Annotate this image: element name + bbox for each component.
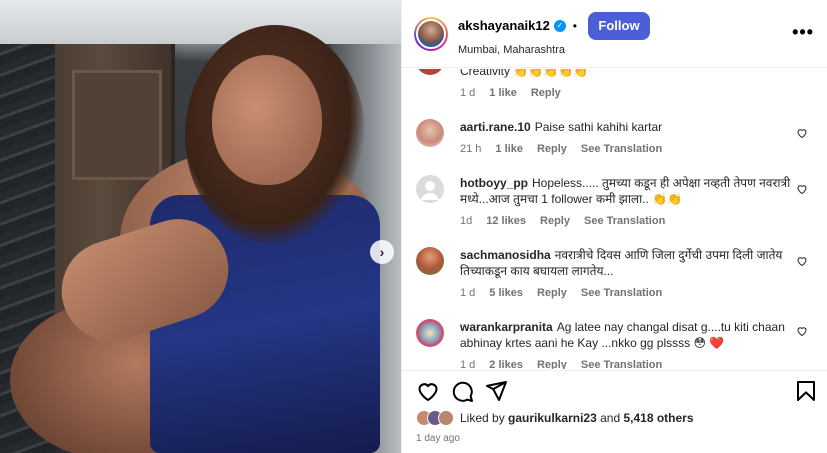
reply-button[interactable]: Reply bbox=[537, 141, 567, 157]
liked-by-row: Liked by gaurikulkarni23 and 5,418 other… bbox=[416, 410, 694, 426]
see-translation-button[interactable]: See Translation bbox=[581, 357, 662, 369]
more-icon[interactable]: ••• bbox=[792, 22, 814, 43]
comment-username[interactable]: sachmanosidha bbox=[460, 248, 551, 262]
commenter-avatar[interactable] bbox=[416, 119, 444, 147]
liked-by-user[interactable]: gaurikulkarni23 bbox=[508, 411, 597, 425]
reply-button[interactable]: Reply bbox=[537, 357, 567, 369]
liker-avatar[interactable] bbox=[438, 410, 454, 426]
heart-icon[interactable] bbox=[796, 255, 808, 267]
comment-text: Paise sathi kahihi kartar bbox=[534, 120, 663, 134]
verified-icon: ✓ bbox=[553, 19, 566, 32]
next-arrow-icon[interactable]: › bbox=[370, 240, 394, 264]
post-location[interactable]: Mumbai, Maharashtra bbox=[458, 44, 650, 56]
comment-likes[interactable]: 2 likes bbox=[489, 357, 523, 369]
post-actions-bar bbox=[402, 370, 827, 410]
heart-icon[interactable] bbox=[416, 379, 440, 403]
post-date[interactable]: 1 day ago bbox=[416, 433, 460, 444]
comment-username[interactable]: hotboyy_pp bbox=[460, 176, 528, 190]
separator-dot: • bbox=[572, 18, 577, 33]
commenter-avatar[interactable] bbox=[416, 247, 444, 275]
reply-button[interactable]: Reply bbox=[537, 285, 567, 301]
comment-likes[interactable]: 12 likes bbox=[486, 213, 526, 229]
see-translation-button[interactable]: See Translation bbox=[581, 285, 662, 301]
comment-username[interactable]: aarti.rane.10 bbox=[460, 120, 531, 134]
post-username[interactable]: akshayanaik12 bbox=[458, 18, 550, 33]
comment-time: 1 d bbox=[460, 359, 476, 369]
liked-by-prefix: Liked by bbox=[460, 411, 505, 425]
reply-button[interactable]: Reply bbox=[531, 85, 561, 101]
avatar[interactable] bbox=[414, 16, 448, 51]
comment-likes[interactable]: 1 like bbox=[495, 141, 523, 157]
save-icon[interactable] bbox=[794, 379, 818, 403]
heart-icon[interactable] bbox=[796, 127, 808, 139]
comments-list[interactable]: Creativity 👏👏👏👏👏 1 d 1 like Reply aarti.… bbox=[402, 69, 827, 369]
instagram-post-view: › akshayanaik12 ✓ • Follow Mumbai, Mahar… bbox=[0, 0, 827, 453]
liked-by-others[interactable]: 5,418 others bbox=[623, 411, 693, 425]
commenter-avatar[interactable] bbox=[416, 69, 444, 75]
comment-username[interactable]: warankarpranita bbox=[460, 320, 553, 334]
share-icon[interactable] bbox=[484, 379, 508, 403]
liked-by-and: and bbox=[600, 411, 621, 425]
comment-time: 1 d bbox=[460, 87, 476, 99]
heart-icon[interactable] bbox=[796, 183, 808, 195]
image-door-panel bbox=[72, 70, 162, 180]
image-curtain bbox=[0, 0, 401, 44]
post-details-pane: akshayanaik12 ✓ • Follow Mumbai, Maharas… bbox=[401, 0, 827, 453]
comment-time: 1 d bbox=[460, 287, 476, 299]
comment-time: 21 h bbox=[460, 143, 482, 155]
comment-likes[interactable]: 1 like bbox=[489, 85, 517, 101]
post-header: akshayanaik12 ✓ • Follow Mumbai, Maharas… bbox=[402, 0, 827, 68]
follow-button[interactable]: Follow bbox=[588, 11, 650, 40]
image-figure-face bbox=[212, 55, 322, 185]
comment-time: 1d bbox=[460, 215, 473, 227]
comment-icon[interactable] bbox=[450, 379, 474, 403]
reply-button[interactable]: Reply bbox=[540, 213, 570, 229]
commenter-avatar[interactable] bbox=[416, 319, 444, 347]
comment-text: Creativity 👏👏👏👏👏 bbox=[460, 69, 589, 78]
comment-likes[interactable]: 5 likes bbox=[489, 285, 523, 301]
see-translation-button[interactable]: See Translation bbox=[581, 141, 662, 157]
commenter-avatar[interactable] bbox=[416, 175, 444, 203]
see-translation-button[interactable]: See Translation bbox=[584, 213, 665, 229]
post-image[interactable]: › bbox=[0, 0, 401, 453]
heart-icon[interactable] bbox=[796, 325, 808, 337]
